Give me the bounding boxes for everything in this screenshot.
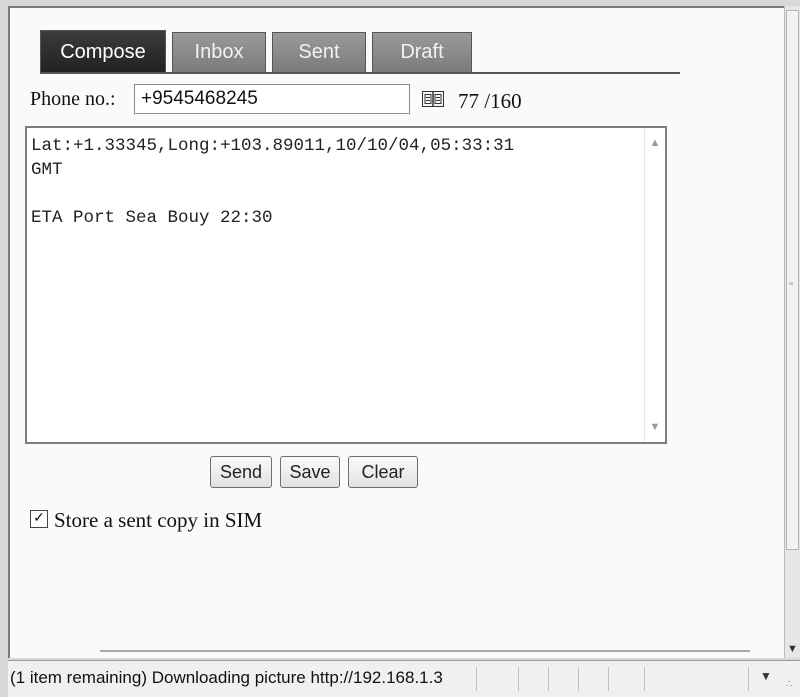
store-copy-row: ✓ Store a sent copy in SIM <box>30 508 430 534</box>
message-line: Lat:+1.33345,Long:+103.89011,10/10/04,05… <box>31 136 515 156</box>
tab-underline <box>40 72 680 74</box>
tab-sent[interactable]: Sent <box>272 32 366 72</box>
save-button[interactable]: Save <box>280 456 340 488</box>
page-scrollbar-thumb[interactable]: ≡ <box>786 10 799 550</box>
grip-icon: ≡ <box>789 279 794 288</box>
dropdown-arrow-icon[interactable]: ▼ <box>760 669 772 683</box>
scroll-down-icon[interactable]: ▼ <box>648 420 662 434</box>
page-scrollbar[interactable]: ≡ ▼ <box>784 6 800 658</box>
tab-compose[interactable]: Compose <box>40 30 166 74</box>
resize-grip-icon[interactable]: ∴ <box>786 679 792 690</box>
phone-number-input[interactable] <box>134 84 410 114</box>
message-scrollbar[interactable]: ▲ ▼ <box>644 128 665 442</box>
character-counter: 77 /160 <box>458 89 522 113</box>
store-copy-label: Store a sent copy in SIM <box>54 508 263 532</box>
send-button[interactable]: Send <box>210 456 272 488</box>
status-divider <box>548 667 549 691</box>
page-scroll-down-icon[interactable]: ▼ <box>787 643 798 655</box>
message-line: ETA Port Sea Bouy 22:30 <box>31 208 273 228</box>
scroll-up-icon[interactable]: ▲ <box>648 136 662 150</box>
message-textarea[interactable]: Lat:+1.33345,Long:+103.89011,10/10/04,05… <box>25 126 667 444</box>
divider <box>100 650 750 652</box>
status-divider <box>578 667 579 691</box>
phone-row: Phone no.: 77 /160 <box>30 84 590 116</box>
status-divider <box>608 667 609 691</box>
tab-draft[interactable]: Draft <box>372 32 472 72</box>
tab-bar: Compose Inbox Sent Draft <box>40 28 680 74</box>
status-divider <box>518 667 519 691</box>
status-divider <box>476 667 477 691</box>
status-text: (1 item remaining) Downloading picture h… <box>10 668 443 687</box>
message-line: GMT <box>31 160 63 180</box>
tab-inbox[interactable]: Inbox <box>172 32 266 72</box>
status-divider <box>644 667 645 691</box>
message-text[interactable]: Lat:+1.33345,Long:+103.89011,10/10/04,05… <box>31 134 631 230</box>
store-copy-checkbox[interactable]: ✓ <box>30 510 48 528</box>
status-bar: (1 item remaining) Downloading picture h… <box>8 660 800 697</box>
phonebook-icon[interactable] <box>422 91 444 107</box>
phone-label: Phone no.: <box>30 88 116 110</box>
clear-button[interactable]: Clear <box>348 456 418 488</box>
status-divider <box>748 667 749 691</box>
